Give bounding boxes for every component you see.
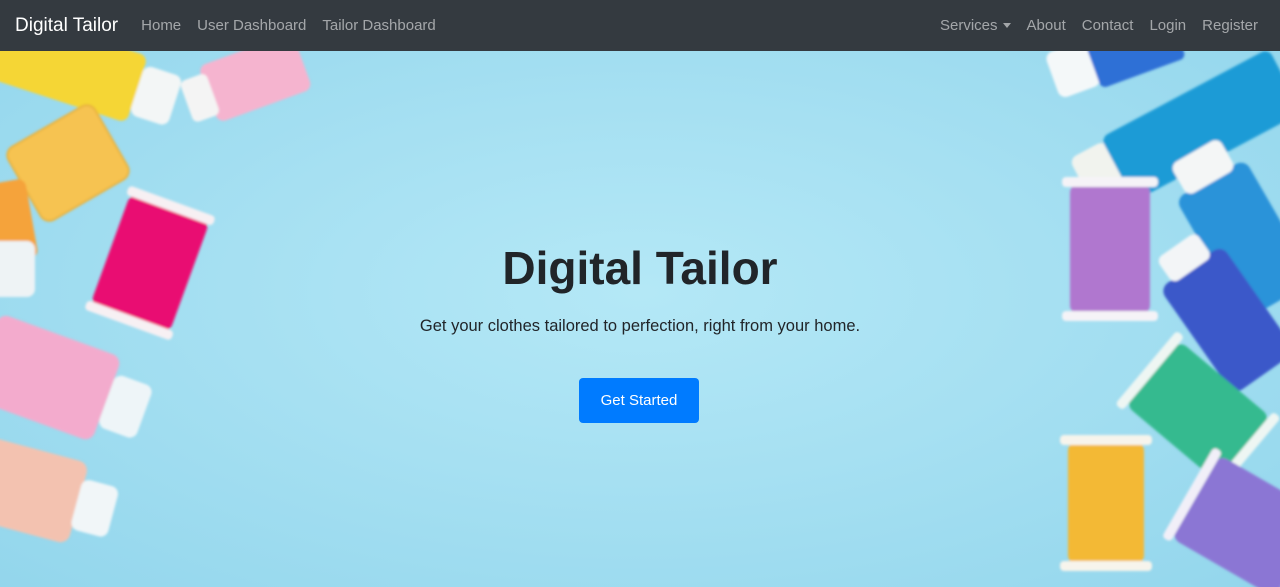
nav-left: Home User Dashboard Tailor Dashboard <box>141 17 444 34</box>
navbar: Digital Tailor Home User Dashboard Tailo… <box>0 0 1280 51</box>
nav-link-register[interactable]: Register <box>1194 17 1264 34</box>
nav-link-user-dashboard[interactable]: User Dashboard <box>189 17 314 34</box>
hero-subtitle: Get your clothes tailored to perfection,… <box>419 317 861 335</box>
hero-title: Digital Tailor <box>502 242 778 294</box>
brand-link[interactable]: Digital Tailor <box>15 15 118 37</box>
nav-right: Services About Contact Login Register <box>932 17 1264 34</box>
nav-link-tailor-dashboard[interactable]: Tailor Dashboard <box>314 17 443 34</box>
get-started-button[interactable]: Get Started <box>579 378 699 423</box>
services-dropdown[interactable]: Services <box>932 17 1019 34</box>
caret-down-icon <box>1002 23 1011 28</box>
hero-section: Digital Tailor Get your clothes tailored… <box>0 51 1280 587</box>
nav-link-home[interactable]: Home <box>141 17 189 34</box>
nav-link-about[interactable]: About <box>1019 17 1074 34</box>
services-dropdown-label: Services <box>940 17 998 34</box>
hero-content: Digital Tailor Get your clothes tailored… <box>0 51 1280 587</box>
nav-link-login[interactable]: Login <box>1141 17 1194 34</box>
nav-link-contact[interactable]: Contact <box>1074 17 1142 34</box>
